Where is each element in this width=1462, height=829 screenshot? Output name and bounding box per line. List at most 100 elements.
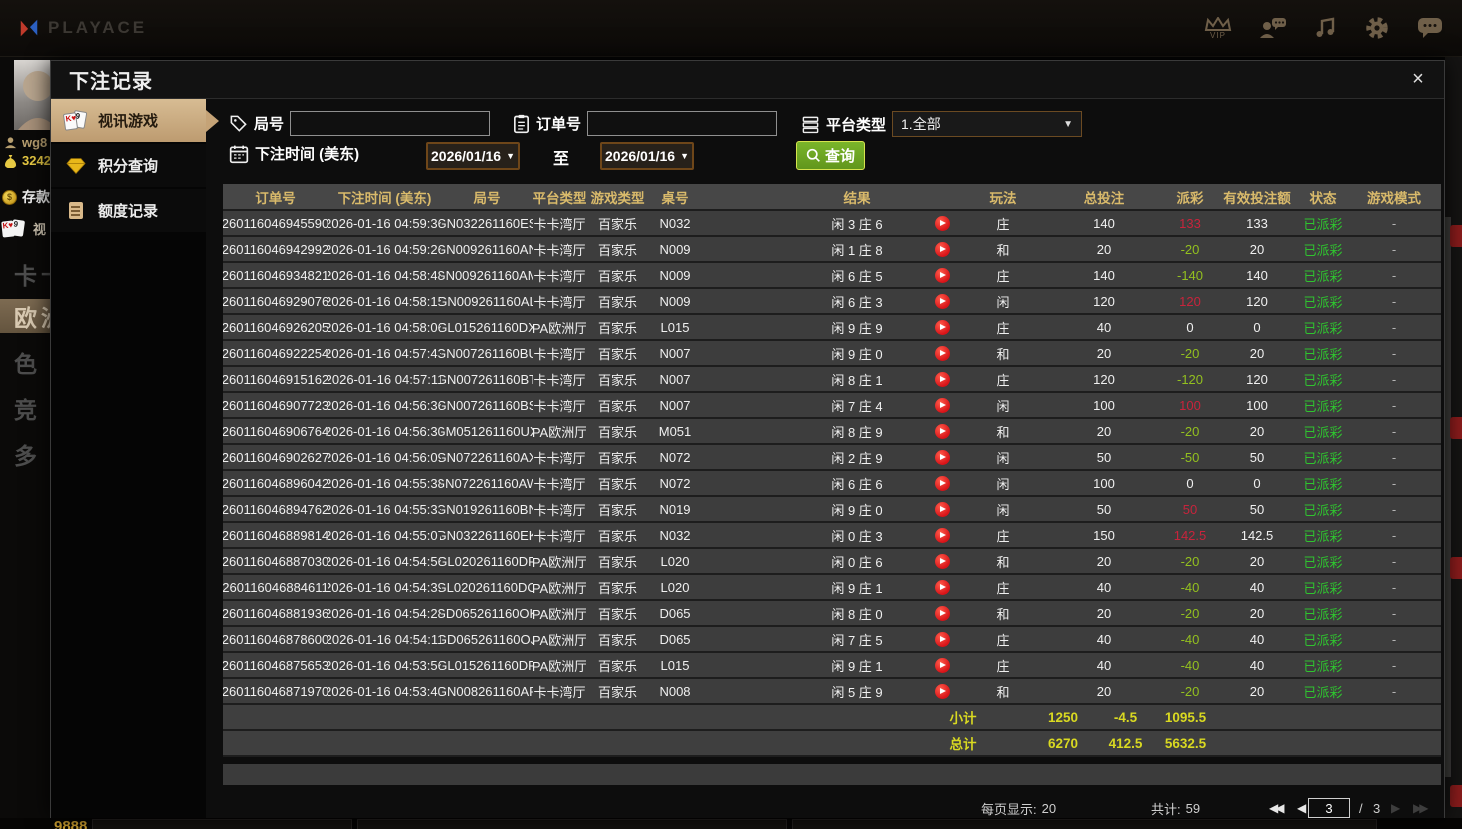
app-logo[interactable]: PLAYACE — [18, 17, 147, 39]
table-row: 2601160469067642026-01-16 04:56:30GM0512… — [223, 419, 1441, 445]
customer-service-icon[interactable] — [1258, 16, 1288, 40]
play-icon[interactable] — [935, 528, 950, 543]
play-icon[interactable] — [935, 242, 950, 257]
play-icon[interactable] — [935, 658, 950, 673]
play-icon[interactable] — [935, 268, 950, 283]
col-game-mode[interactable]: 游戏模式 — [1347, 184, 1441, 209]
play-icon[interactable] — [935, 450, 950, 465]
last-page-icon[interactable]: ▶▶ — [1413, 796, 1425, 820]
play-icon[interactable] — [935, 684, 950, 699]
cell-bet: 20 — [1043, 237, 1165, 261]
tab-points-query[interactable]: 积分查询 — [51, 144, 206, 187]
platform-select[interactable]: 1.全部 ▼ — [892, 111, 1082, 137]
next-page-icon[interactable]: ▶ — [1391, 796, 1397, 820]
chat-icon[interactable] — [1416, 16, 1444, 40]
play-icon[interactable] — [935, 398, 950, 413]
col-status[interactable]: 状态 — [1299, 184, 1347, 209]
cell-payout: 0 — [1165, 315, 1215, 339]
tab-quota-records[interactable]: 额度记录 — [51, 189, 206, 232]
play-video-button[interactable] — [921, 263, 963, 287]
col-total-bet[interactable]: 总投注 — [1043, 184, 1165, 209]
play-icon[interactable] — [935, 632, 950, 647]
cards-icon: 9K♥ — [63, 111, 89, 131]
play-video-button[interactable] — [921, 393, 963, 417]
play-video-button[interactable] — [921, 627, 963, 651]
page-number-input[interactable] — [1308, 798, 1350, 818]
play-video-button[interactable] — [921, 679, 963, 703]
cell-table: N007 — [649, 341, 701, 365]
order-label: 订单号 — [536, 113, 581, 134]
first-page-icon[interactable]: ◀◀ — [1269, 796, 1281, 820]
play-video-button[interactable] — [921, 653, 963, 677]
cell-platform: PA欧洲厅 — [533, 601, 586, 625]
cell-round: GN008261160AF — [441, 679, 533, 703]
play-icon[interactable] — [935, 476, 950, 491]
play-video-button[interactable] — [921, 419, 963, 443]
play-video-button[interactable] — [921, 549, 963, 573]
play-video-button[interactable] — [921, 341, 963, 365]
col-game-type[interactable]: 游戏类型 — [586, 184, 649, 209]
play-video-button[interactable] — [921, 289, 963, 313]
play-video-button[interactable] — [921, 523, 963, 547]
deposit-button[interactable]: $ 存款 — [2, 187, 50, 207]
cell-bet: 20 — [1043, 679, 1165, 703]
play-icon[interactable] — [935, 216, 950, 231]
col-order-id[interactable]: 订单号 — [223, 184, 328, 209]
play-icon[interactable] — [935, 424, 950, 439]
col-result[interactable]: 结果 — [701, 184, 921, 209]
date-from-picker[interactable]: 2026/01/16 ▼ — [426, 142, 520, 170]
date-to-picker[interactable]: 2026/01/16 ▼ — [600, 142, 694, 170]
col-valid-bet[interactable]: 有效投注额 — [1215, 184, 1299, 209]
play-icon[interactable] — [935, 554, 950, 569]
total-count-indicator: 共计: 59 — [1151, 796, 1200, 820]
play-icon[interactable] — [935, 294, 950, 309]
col-table-no[interactable]: 桌号 — [649, 184, 701, 209]
background-scrollbar[interactable] — [1445, 217, 1451, 777]
clipboard-icon — [513, 114, 530, 134]
play-icon[interactable] — [935, 346, 950, 361]
col-payout[interactable]: 派彩 — [1165, 184, 1215, 209]
cell-platform: 卡卡湾厅 — [533, 263, 586, 287]
play-video-button[interactable] — [921, 445, 963, 469]
play-video-button[interactable] — [921, 601, 963, 625]
play-video-button[interactable] — [921, 315, 963, 339]
cell-round: GL015261160DX — [441, 315, 533, 339]
prev-page-icon[interactable]: ◀ — [1297, 796, 1303, 820]
cell-status: 已派彩 — [1299, 471, 1347, 495]
play-icon[interactable] — [935, 606, 950, 621]
play-video-button[interactable] — [921, 497, 963, 521]
search-button[interactable]: 查询 — [796, 141, 865, 170]
cell-round: GN019261160BN — [441, 497, 533, 521]
close-icon[interactable]: × — [1406, 67, 1430, 91]
play-video-button[interactable] — [921, 237, 963, 261]
vip-icon[interactable]: VIP — [1204, 17, 1232, 40]
play-icon[interactable] — [935, 502, 950, 517]
play-video-button[interactable] — [921, 575, 963, 599]
cell-time: 2026-01-16 04:54:28 — [328, 601, 441, 625]
tab-video-games[interactable]: 9K♥ 视讯游戏 — [51, 99, 206, 142]
round-input[interactable] — [290, 111, 490, 136]
play-icon[interactable] — [935, 320, 950, 335]
cell-table: N032 — [649, 211, 701, 235]
cell-order-id: 260116046902627 — [223, 445, 328, 469]
cell-platform: 卡卡湾厅 — [533, 497, 586, 521]
col-play-type[interactable]: 玩法 — [963, 184, 1043, 209]
cell-round: GN032261160EK — [441, 523, 533, 547]
cell-status: 已派彩 — [1299, 679, 1347, 703]
cell-bet: 140 — [1043, 211, 1165, 235]
col-platform[interactable]: 平台类型 — [533, 184, 586, 209]
play-icon[interactable] — [935, 580, 950, 595]
cell-bet: 50 — [1043, 445, 1165, 469]
order-input[interactable] — [587, 111, 777, 136]
cell-round: GL020261160DP — [441, 549, 533, 573]
play-video-button[interactable] — [921, 367, 963, 391]
col-round-id[interactable]: 局号 — [441, 184, 533, 209]
cell-table: N072 — [649, 471, 701, 495]
col-bet-time[interactable]: 下注时间 (美东) — [328, 184, 441, 209]
settings-gear-icon[interactable] — [1364, 15, 1390, 41]
cell-platform: 卡卡湾厅 — [533, 471, 586, 495]
play-video-button[interactable] — [921, 471, 963, 495]
play-video-button[interactable] — [921, 211, 963, 235]
music-icon[interactable] — [1314, 16, 1338, 40]
play-icon[interactable] — [935, 372, 950, 387]
